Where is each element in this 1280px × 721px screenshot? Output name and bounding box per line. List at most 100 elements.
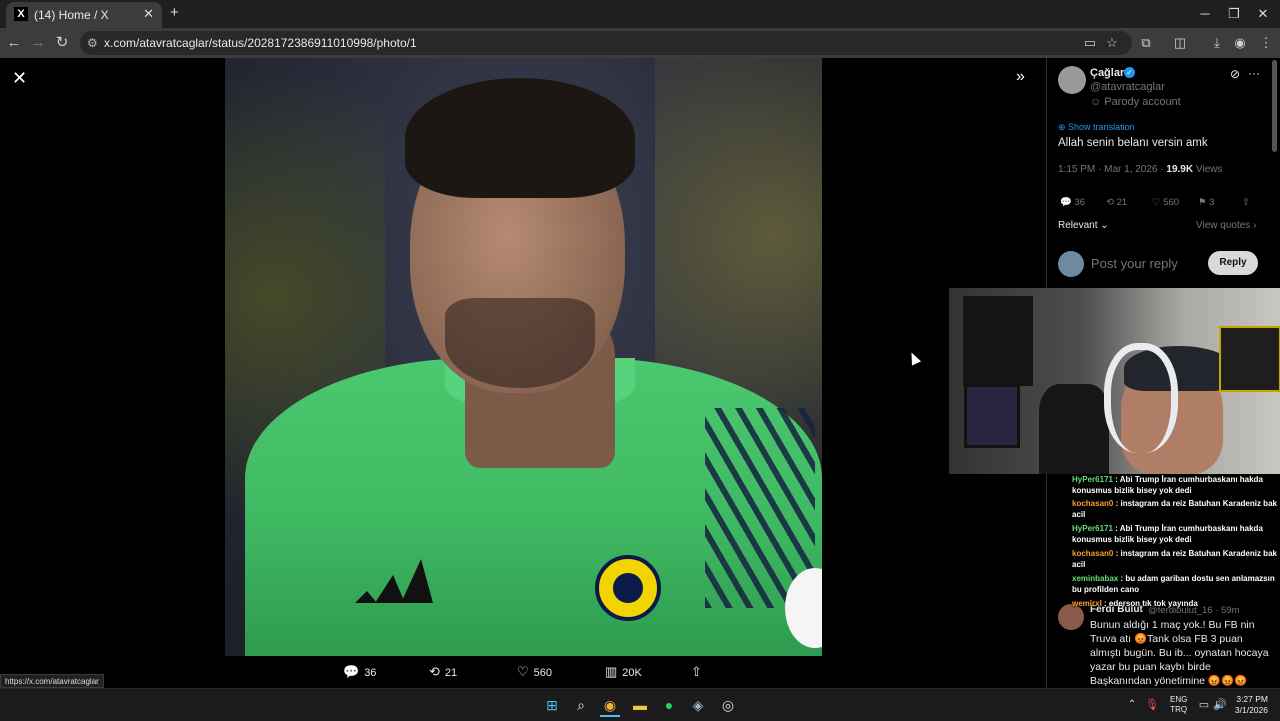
close-icon[interactable]: ✕ (12, 68, 27, 89)
photo-actions-bar: 💬 36 ⟲ 21 ♡ 560 ▥ 20K ⇧ (225, 656, 822, 688)
chat-message: HyPer6171 : Abi Trump İran cumhurbaskanı… (1072, 474, 1277, 496)
chat-user: kochasan0 (1072, 549, 1114, 558)
like-count: 560 (533, 667, 553, 679)
windows-start-icon[interactable]: ⊞ (542, 695, 562, 715)
viewer-share-button[interactable]: ⇧ (691, 664, 707, 680)
reply-text: Bunun aldığı 1 maç yok.! Bu FB nin Truva… (1090, 619, 1269, 687)
viewer-reply-button[interactable]: 💬 36 (343, 664, 376, 680)
site-info-icon[interactable]: ⚙ (87, 36, 98, 50)
sort-replies-dropdown[interactable]: Relevant ⌄ (1058, 220, 1109, 231)
expand-icon[interactable]: » (1016, 68, 1025, 86)
like-button[interactable]: ♡ 560 (1152, 197, 1179, 208)
clock-time: 3:27 PM (1236, 694, 1268, 704)
tray-overflow-icon[interactable]: ⌃ (1122, 695, 1142, 715)
view-quotes-link[interactable]: View quotes › (1196, 220, 1256, 231)
author-name[interactable]: Çağlar (1090, 67, 1124, 79)
bookmark-button[interactable]: ⚑ 3 (1198, 197, 1214, 208)
chevron-down-icon: ⌄ (1097, 220, 1109, 231)
my-avatar (1058, 251, 1084, 277)
new-tab-button[interactable]: + (170, 4, 179, 21)
reload-icon[interactable]: ↻ (52, 33, 72, 53)
install-app-icon[interactable]: ▭ (1080, 33, 1100, 53)
reply-input[interactable]: Post your reply (1091, 256, 1178, 271)
adidas-logo-icon (355, 559, 433, 603)
show-translation-link[interactable]: ⊕ Show translation (1058, 122, 1135, 133)
app-icon[interactable]: ◎ (718, 695, 738, 715)
clock[interactable]: 3:27 PM 3/1/2026 (1232, 694, 1268, 716)
reply-icon: 💬 (1060, 197, 1075, 208)
extensions-icon[interactable]: ⧉ (1136, 33, 1156, 53)
tweet-timestamp[interactable]: 1:15 PM · Mar 1, 2026 · (1058, 164, 1166, 175)
restore-button[interactable]: ❐ (1219, 4, 1249, 24)
back-icon[interactable]: ← (4, 33, 24, 53)
tab-close-icon[interactable]: ✕ (143, 6, 154, 22)
close-window-button[interactable]: ✕ (1248, 4, 1278, 24)
share-icon: ⇧ (691, 664, 702, 679)
tweet-views-label: Views (1193, 164, 1223, 175)
address-bar[interactable]: ⚙ x.com/atavratcaglar/status/20281723869… (80, 31, 1132, 55)
lang-code: ENG (1170, 695, 1188, 704)
minimize-button[interactable]: ─ (1190, 4, 1220, 24)
grok-icon[interactable]: ⊘ (1230, 67, 1240, 81)
clock-date: 3/1/2026 (1234, 705, 1268, 715)
tab-strip: X (14) Home / X ✕ + ─ ❐ ✕ (0, 0, 1280, 28)
language-indicator[interactable]: ENG TRQ (1170, 695, 1187, 715)
chat-user: kochasan0 (1072, 499, 1114, 508)
like-count: 560 (1163, 197, 1180, 208)
chat-message: wemirxl : ederson tık tok yayında (1072, 598, 1277, 609)
reply-icon: 💬 (343, 664, 360, 679)
link-status-bar: https://x.com/atavratcaglar (0, 674, 104, 688)
x-logo-icon: X (14, 7, 28, 21)
file-explorer-icon[interactable]: ▬ (630, 695, 650, 715)
search-icon[interactable]: ⌕ (571, 695, 591, 715)
tweet-meta: 1:15 PM · Mar 1, 2026 · 19.9K Views (1058, 164, 1222, 175)
bookmark-star-icon[interactable]: ☆ (1102, 33, 1122, 53)
chat-user: xeminbabax (1072, 574, 1119, 583)
microphone-icon[interactable]: 🎙 (1142, 695, 1162, 715)
menu-icon[interactable]: ⋮ (1256, 33, 1276, 53)
tweet-photo[interactable] (225, 58, 822, 656)
reply-submit-button[interactable]: Reply (1208, 251, 1258, 275)
tweet-views-count: 19.9K (1166, 164, 1194, 175)
chat-message: kochasan0 : instagram da reiz Batuhan Ka… (1072, 548, 1277, 570)
keyboard-layout: TRQ (1170, 705, 1188, 714)
views-icon: ▥ (605, 664, 618, 679)
side-panel-icon[interactable]: ◫ (1170, 33, 1190, 53)
profile-icon[interactable]: ◉ (1230, 33, 1250, 53)
taskbar: ⊞ ⌕ ◉ ▬ ● ◈ ◎ ⌃ 🎙 ENG TRQ ▭ 🔊 3:27 PM 3/1/… (0, 688, 1280, 721)
repost-button[interactable]: ⟲ 21 (1106, 197, 1127, 208)
reply-button[interactable]: 💬 36 (1060, 197, 1085, 208)
more-icon[interactable]: ··· (1248, 66, 1260, 80)
scrollbar[interactable] (1272, 60, 1277, 152)
parody-label: ☺ Parody account (1090, 96, 1181, 108)
avatar[interactable] (1058, 66, 1086, 94)
steam-icon[interactable]: ◈ (688, 695, 708, 715)
chat-user: wemirxl (1072, 599, 1102, 608)
spotify-icon[interactable]: ● (659, 695, 679, 715)
bookmark-icon: ⚑ (1198, 197, 1210, 208)
chat-message: xeminbabax : bu adam gariban dostu sen a… (1072, 573, 1277, 595)
webcam-overlay (949, 288, 1280, 474)
share-button[interactable]: ⇧ (1242, 197, 1250, 208)
author-handle[interactable]: @atavratcaglar (1090, 81, 1165, 93)
repost-count: 21 (444, 667, 458, 679)
browser-tab[interactable]: X (14) Home / X ✕ (6, 2, 162, 28)
volume-icon[interactable]: 🔊 (1210, 695, 1230, 715)
chat-user: HyPer6171 (1072, 475, 1113, 484)
player-beard (445, 298, 595, 388)
chrome-icon[interactable]: ◉ (600, 695, 620, 717)
framed-jersey (1219, 326, 1280, 392)
viewer-like-button[interactable]: ♡ 560 (517, 664, 552, 680)
wall-poster (963, 296, 1033, 386)
chat-text: : ederson tık tok yayında (1104, 599, 1198, 608)
repost-icon: ⟲ (1106, 197, 1117, 208)
viewer-repost-button[interactable]: ⟲ 21 (429, 664, 457, 680)
chat-message: kochasan0 : instagram da reiz Batuhan Ka… (1072, 498, 1277, 520)
forward-icon[interactable]: → (28, 33, 48, 53)
show-translation-text: Show translation (1068, 122, 1135, 132)
chat-user: HyPer6171 (1072, 524, 1113, 533)
url-text: x.com/atavratcaglar/status/2028172386911… (104, 36, 417, 50)
mask-icon: ☺ (1090, 96, 1105, 108)
download-icon[interactable]: ⤓ (1207, 33, 1227, 53)
viewer-views-button[interactable]: ▥ 20K (605, 664, 642, 680)
